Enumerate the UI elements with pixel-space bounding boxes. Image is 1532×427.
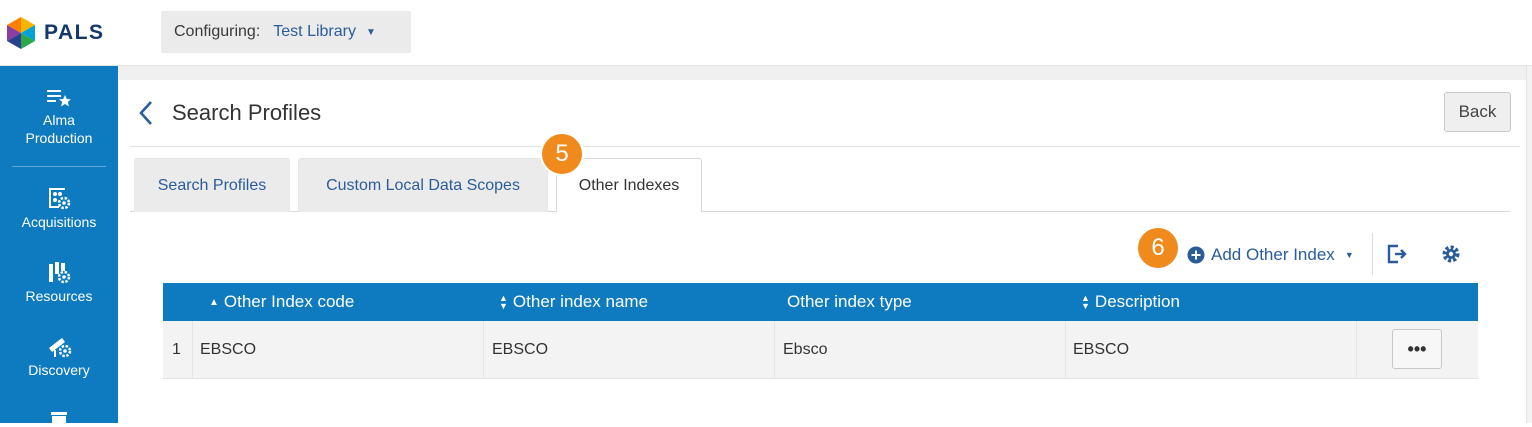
step-badge-5: 5 xyxy=(542,134,582,174)
column-header-description[interactable]: ▲ ▼ Description xyxy=(1081,283,1180,321)
cell-divider xyxy=(483,321,484,378)
sidebar-item-label: Discovery xyxy=(28,362,90,378)
sidebar-item-label: Production xyxy=(25,130,93,146)
page-header: Search Profiles Back xyxy=(130,80,1520,147)
sort-icon: ▲ ▼ xyxy=(1081,293,1090,311)
cell-divider xyxy=(1356,321,1357,378)
column-header-other-index-code[interactable]: ▲ Other Index code xyxy=(209,283,354,321)
sidebar-item-alma-production[interactable]: Alma Production xyxy=(0,88,118,147)
column-header-other-index-name[interactable]: ▲ ▼ Other index name xyxy=(499,283,648,321)
back-button[interactable]: Back xyxy=(1444,92,1511,132)
tab-other-indexes[interactable]: Other Indexes xyxy=(556,158,702,213)
caret-down-icon: ▼ xyxy=(365,26,376,38)
chevron-left-icon[interactable] xyxy=(138,100,154,126)
pals-logo[interactable]: PALS xyxy=(6,16,104,50)
top-bar: PALS Configuring: Test Library ▼ xyxy=(0,0,1532,66)
row-actions-button[interactable]: ••• xyxy=(1392,329,1442,369)
configuring-label: Configuring: xyxy=(174,23,261,40)
sort-asc-icon: ▲ xyxy=(209,296,219,308)
pals-logo-icon xyxy=(7,17,35,49)
cell-other-index-code: EBSCO xyxy=(200,340,257,358)
add-other-index-button[interactable]: Add Other Index ▼ xyxy=(1187,244,1354,266)
abacus-gear-icon xyxy=(49,188,71,210)
export-icon[interactable] xyxy=(1386,244,1408,264)
toolbar-divider xyxy=(1372,233,1373,275)
table-row[interactable]: 1 EBSCO EBSCO Ebsco EBSCO ••• xyxy=(163,321,1478,379)
main-top-strip xyxy=(118,66,1532,80)
cell-description: EBSCO xyxy=(1073,340,1130,358)
main-content: Search Profiles Back Search Profiles Cus… xyxy=(118,66,1532,423)
column-header-label: Other Index code xyxy=(223,292,355,311)
sidebar-item-label: Alma xyxy=(43,112,75,128)
plus-circle-icon xyxy=(1187,246,1205,264)
list-star-icon xyxy=(47,90,71,107)
cell-divider xyxy=(1065,321,1066,378)
cell-other-index-name: EBSCO xyxy=(492,340,549,358)
step-badge-6: 6 xyxy=(1138,228,1178,268)
sidebar-item-resources[interactable]: Resources xyxy=(0,260,118,305)
sidebar-item-label: Resources xyxy=(25,288,93,304)
tab-search-profiles[interactable]: Search Profiles xyxy=(134,158,290,212)
sidebar: Alma Production Acquisitions Resources D… xyxy=(0,66,118,424)
sort-icon: ▲ ▼ xyxy=(499,293,508,311)
table-header: ▲ Other Index code ▲ ▼ Other index name O… xyxy=(163,283,1478,321)
tab-custom-local-data-scopes[interactable]: Custom Local Data Scopes xyxy=(298,158,548,212)
add-other-index-label: Add Other Index xyxy=(1211,245,1335,264)
column-header-label: Other index type xyxy=(787,292,912,311)
column-header-other-index-type[interactable]: Other index type xyxy=(787,283,912,321)
cell-other-index-type: Ebsco xyxy=(783,340,828,358)
sidebar-item-label: Acquisitions xyxy=(21,214,97,230)
caret-down-icon: ▼ xyxy=(1344,250,1354,260)
column-header-label: Description xyxy=(1094,292,1180,311)
page-title: Search Profiles xyxy=(172,100,322,125)
sidebar-item-more[interactable] xyxy=(0,410,118,427)
gear-icon[interactable] xyxy=(1441,244,1461,264)
sidebar-item-acquisitions[interactable]: Acquisitions xyxy=(0,186,118,231)
cell-divider xyxy=(192,321,193,378)
sidebar-divider xyxy=(12,166,106,167)
archive-icon xyxy=(51,412,67,424)
configuring-value: Test Library xyxy=(273,23,356,40)
other-indexes-table: ▲ Other Index code ▲ ▼ Other index name O… xyxy=(163,283,1478,379)
books-gear-icon xyxy=(49,262,71,284)
tab-bar: Search Profiles Custom Local Data Scopes… xyxy=(130,158,1510,213)
vertical-scrollbar[interactable] xyxy=(1526,66,1532,423)
cell-divider xyxy=(774,321,775,378)
sidebar-item-discovery[interactable]: Discovery xyxy=(0,334,118,379)
telescope-gear-icon xyxy=(49,338,72,358)
row-index: 1 xyxy=(172,340,181,358)
logo-text: PALS xyxy=(44,21,105,44)
column-header-label: Other index name xyxy=(512,292,649,311)
configuring-selector[interactable]: Configuring: Test Library ▼ xyxy=(161,11,411,53)
